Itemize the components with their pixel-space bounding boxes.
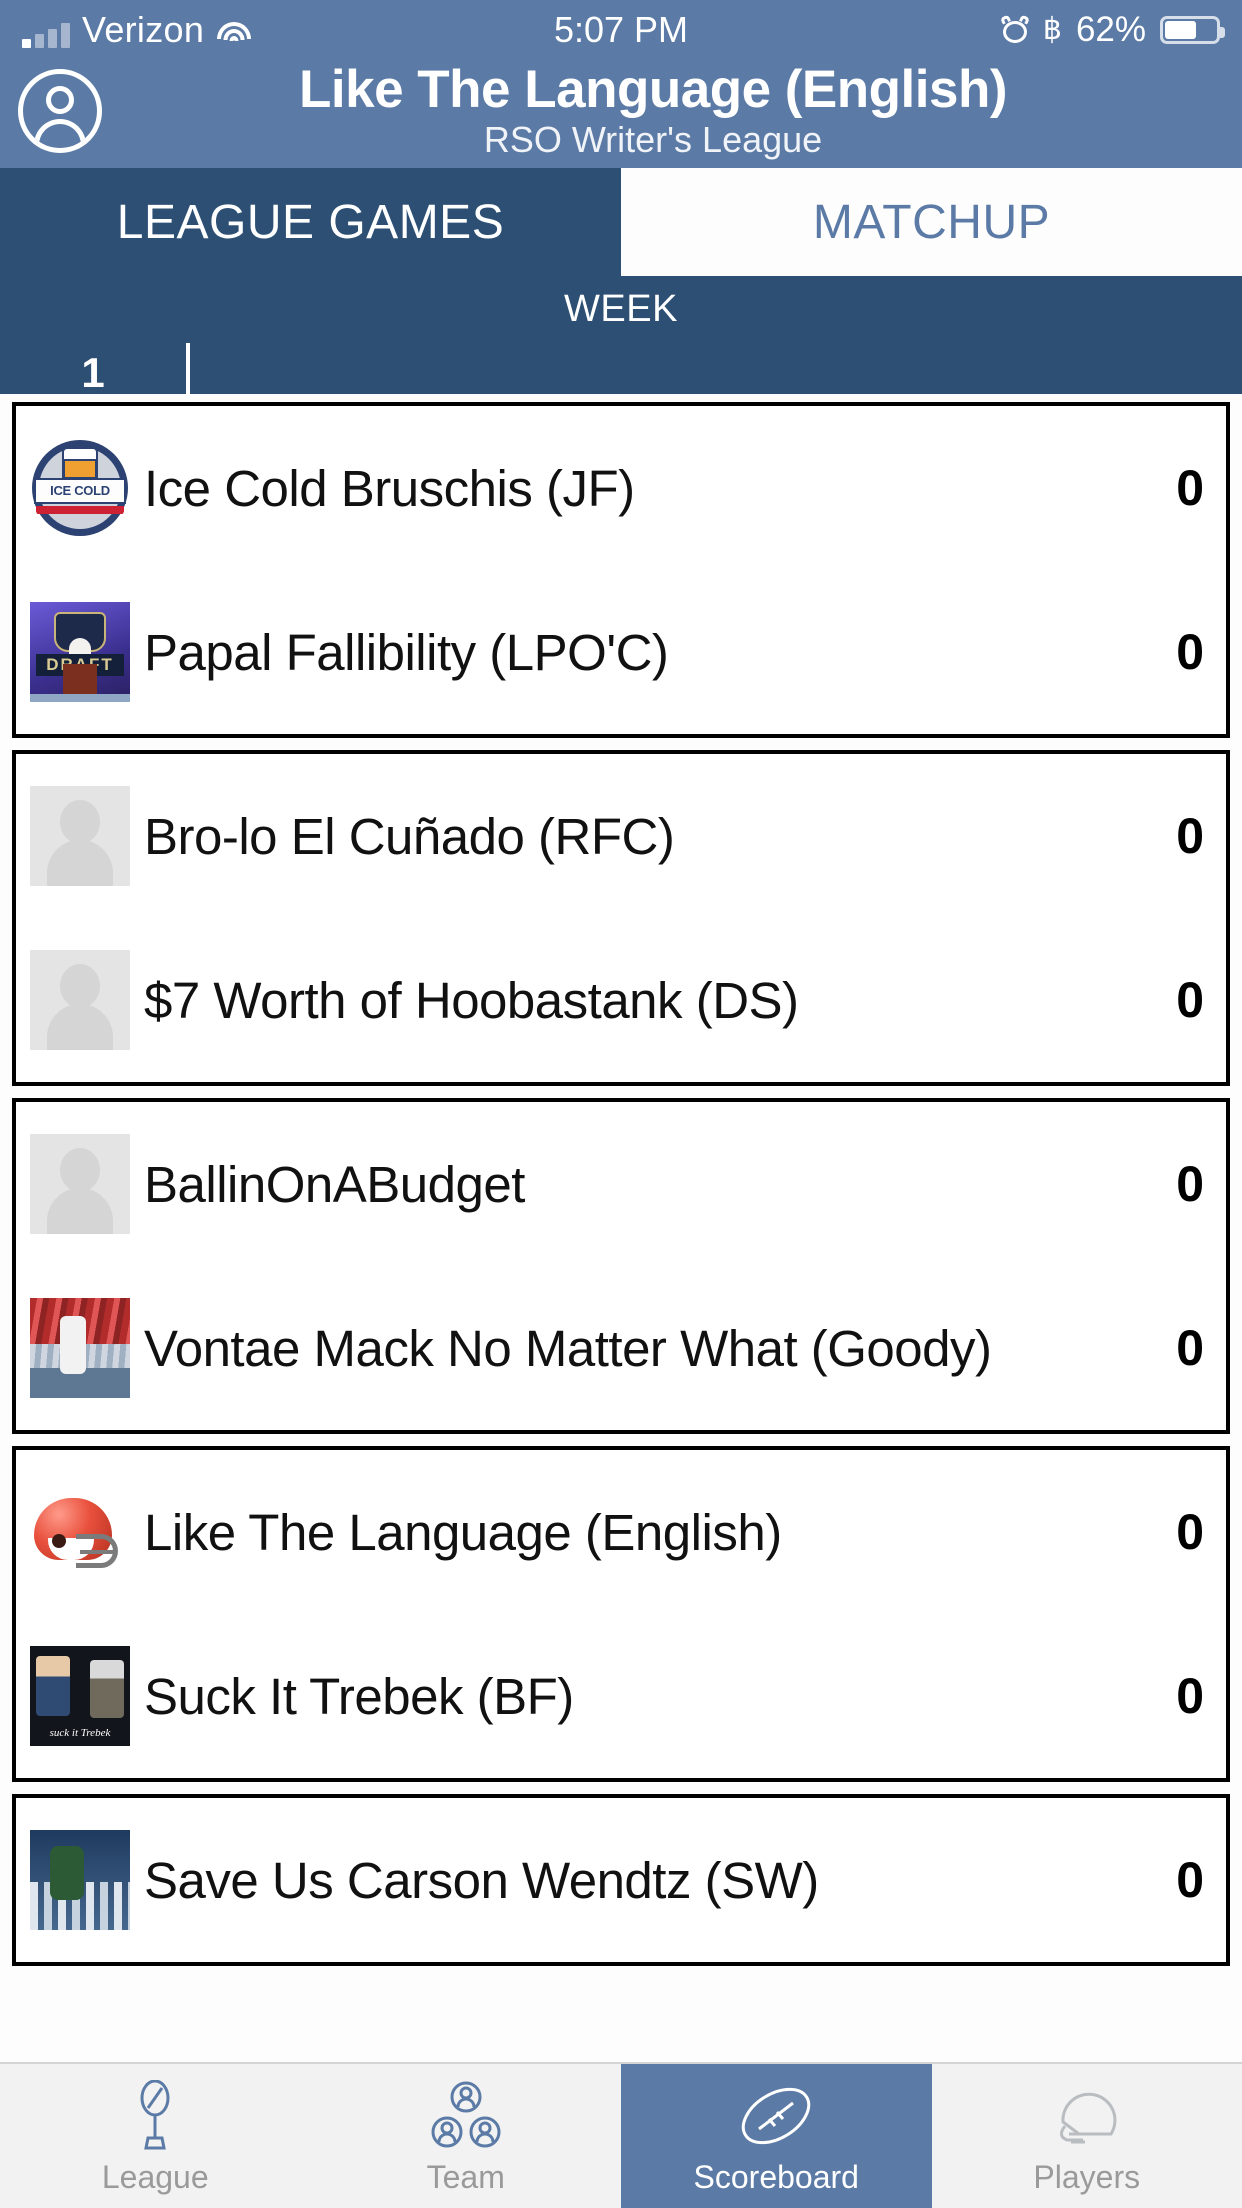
league-subtitle: RSO Writer's League (483, 119, 823, 160)
battery-percent-label: 62% (1075, 10, 1146, 49)
team-name: Papal Fallibility (LPO'C) (144, 623, 669, 681)
team-score: 0 (1176, 972, 1204, 1028)
bottom-tab-bar: League Team Scoreboard Players (0, 2062, 1242, 2208)
placeholder-avatar-logo (30, 1134, 130, 1234)
people-icon (430, 2078, 502, 2154)
tab-team[interactable]: Team (311, 2064, 622, 2208)
team-score: 0 (1176, 1320, 1204, 1376)
wifi-icon (216, 20, 252, 48)
logo-caption: suck it Trebek (49, 1727, 111, 1739)
status-bar-right: ฿ 62% (999, 10, 1225, 50)
crowd-photo-logo (30, 1298, 130, 1398)
helmet-icon (1049, 2078, 1125, 2154)
team-name: BallinOnABudget (144, 1155, 525, 1213)
status-bar: Verizon 5:07 PM ฿ 62% (0, 0, 1242, 60)
app-header: Like The Language (English) RSO Writer's… (0, 60, 1242, 168)
team-name: Like The Language (English) (144, 1503, 782, 1561)
matchup-card[interactable]: Save Us Carson Wendtz (SW) 0 (12, 1794, 1230, 1966)
placeholder-avatar-logo (30, 950, 130, 1050)
week-selector: WEEK 1 (0, 276, 1242, 403)
tab-scoreboard[interactable]: Scoreboard (621, 2064, 932, 2208)
tab-label: Team (426, 2159, 505, 2195)
segmented-control: LEAGUE GAMES MATCHUP (0, 168, 1242, 276)
team-row[interactable]: $7 Worth of Hoobastank (DS) 0 (16, 918, 1226, 1082)
matchup-list[interactable]: ICE COLD Ice Cold Bruschis (JF) 0 DRAFT … (0, 394, 1242, 2062)
team-name: Bro-lo El Cuñado (RFC) (144, 807, 675, 865)
header-text-block: Like The Language (English) RSO Writer's… (82, 61, 1224, 161)
alarm-clock-icon (999, 14, 1030, 44)
football-icon (737, 2078, 815, 2154)
carrier-label: Verizon (82, 9, 205, 50)
team-score: 0 (1176, 1668, 1204, 1724)
skyline-photo-logo (30, 1830, 130, 1930)
team-name: Ice Cold Bruschis (JF) (144, 459, 635, 517)
tab-label: Players (1033, 2159, 1141, 2195)
bluetooth-icon: ฿ (1042, 13, 1062, 46)
team-row[interactable]: DRAFT Papal Fallibility (LPO'C) 0 (16, 570, 1226, 734)
team-score: 0 (1176, 1504, 1204, 1560)
status-bar-left: Verizon (22, 12, 252, 48)
team-name: Save Us Carson Wendtz (SW) (144, 1851, 819, 1909)
battery-icon (1160, 16, 1225, 44)
week-number-selected[interactable]: 1 (0, 349, 186, 397)
team-row[interactable]: Save Us Carson Wendtz (SW) 0 (16, 1798, 1226, 1962)
matchup-card[interactable]: Like The Language (English) 0 suck it Tr… (12, 1446, 1230, 1782)
matchup-card[interactable]: BallinOnABudget 0 Vontae Mack No Matter … (12, 1098, 1230, 1434)
week-label: WEEK (564, 288, 678, 330)
matchup-card[interactable]: ICE COLD Ice Cold Bruschis (JF) 0 DRAFT … (12, 402, 1230, 738)
team-score: 0 (1176, 808, 1204, 864)
team-row[interactable]: BallinOnABudget 0 (16, 1102, 1226, 1266)
team-score: 0 (1176, 1156, 1204, 1212)
team-row[interactable]: suck it Trebek Suck It Trebek (BF) 0 (16, 1614, 1226, 1778)
tab-matchup[interactable]: MATCHUP (621, 168, 1242, 276)
team-row[interactable]: Vontae Mack No Matter What (Goody) 0 (16, 1266, 1226, 1430)
tab-league[interactable]: League (0, 2064, 311, 2208)
team-row[interactable]: ICE COLD Ice Cold Bruschis (JF) 0 (16, 406, 1226, 570)
page-title: Like The Language (English) (299, 60, 1007, 119)
trophy-icon (124, 2078, 186, 2154)
tab-label: League (101, 2159, 209, 2195)
team-name: Vontae Mack No Matter What (Goody) (144, 1319, 992, 1377)
matchup-card[interactable]: Bro-lo El Cuñado (RFC) 0 $7 Worth of Hoo… (12, 750, 1230, 1086)
signal-bars-icon (22, 22, 70, 48)
tab-label: Scoreboard (693, 2159, 859, 2195)
tab-players[interactable]: Players (932, 2064, 1242, 2208)
tab-league-games[interactable]: LEAGUE GAMES (0, 168, 621, 276)
logo-caption: ICE COLD (50, 483, 110, 498)
team-score: 0 (1176, 460, 1204, 516)
nfl-draft-podium-logo: DRAFT (30, 602, 130, 702)
suck-it-trebek-logo: suck it Trebek (30, 1646, 130, 1746)
user-avatar-icon[interactable] (18, 69, 102, 153)
team-name: $7 Worth of Hoobastank (DS) (144, 971, 799, 1029)
app-root: Verizon 5:07 PM ฿ 62% Like The Language … (0, 0, 1242, 2208)
team-name: Suck It Trebek (BF) (144, 1667, 574, 1725)
team-score: 0 (1176, 1852, 1204, 1908)
ice-cold-bruschis-crest-logo: ICE COLD (30, 438, 130, 538)
placeholder-avatar-logo (30, 786, 130, 886)
team-row[interactable]: Like The Language (English) 0 (16, 1450, 1226, 1614)
red-football-helmet-logo (30, 1482, 130, 1582)
team-score: 0 (1176, 624, 1204, 680)
team-row[interactable]: Bro-lo El Cuñado (RFC) 0 (16, 754, 1226, 918)
